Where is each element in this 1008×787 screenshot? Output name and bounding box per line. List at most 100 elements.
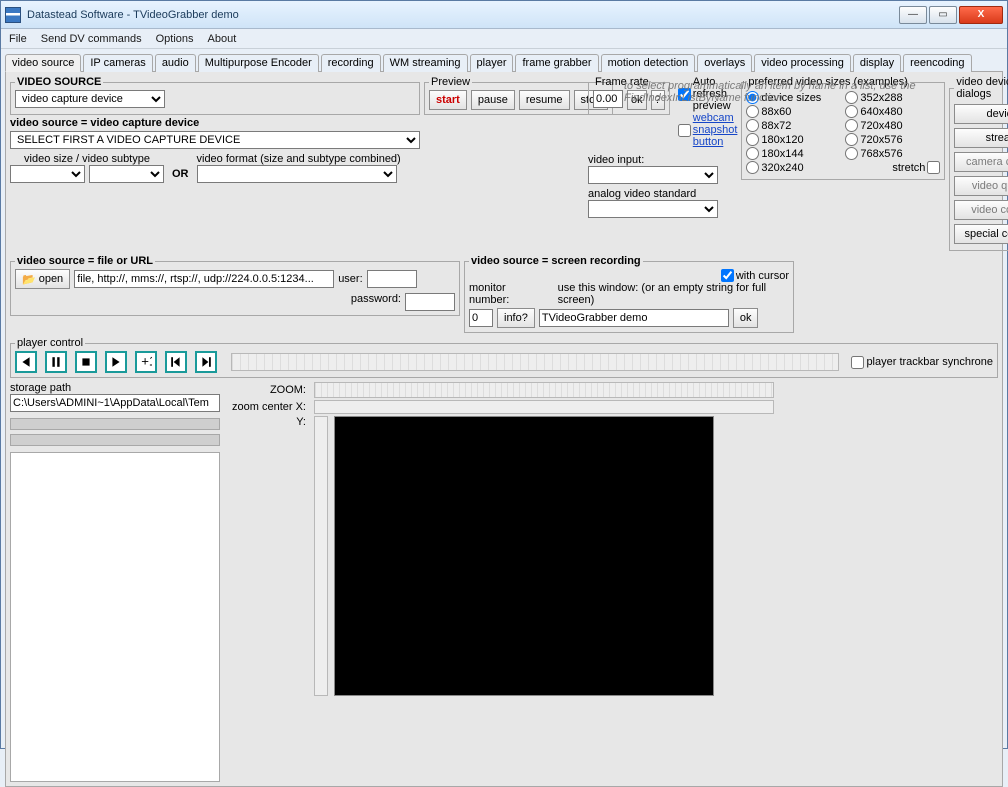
- player-stepfwd-button[interactable]: +1: [135, 351, 157, 373]
- zoom-cy-slider[interactable]: [314, 416, 328, 696]
- tab-reencoding[interactable]: reencoding: [903, 54, 971, 72]
- password-input[interactable]: [405, 293, 455, 311]
- video-input-combo[interactable]: [588, 166, 718, 184]
- size-180x144[interactable]: [746, 147, 759, 160]
- findindex-hint: to select programmatically an item by na…: [624, 80, 984, 104]
- withcursor-check[interactable]: [721, 269, 734, 282]
- tab-recording[interactable]: recording: [321, 54, 381, 72]
- video-source-subheader: video source = video capture device: [10, 117, 420, 129]
- start-button[interactable]: start: [429, 90, 467, 110]
- menu-options[interactable]: Options: [156, 33, 194, 45]
- size-720x480[interactable]: [845, 119, 858, 132]
- zoom-cy-label: Y:: [226, 416, 306, 428]
- zoom-slider[interactable]: [314, 382, 774, 398]
- snapshot-check[interactable]: [678, 124, 691, 137]
- size-180x120[interactable]: [746, 133, 759, 146]
- size-768x576[interactable]: [845, 147, 858, 160]
- size-640x480[interactable]: [845, 105, 858, 118]
- tab-video-source[interactable]: video source: [5, 54, 81, 72]
- tab-overlays[interactable]: overlays: [697, 54, 752, 72]
- fileurl-legend: video source = file or URL: [15, 255, 155, 267]
- fileurl-input[interactable]: [74, 270, 334, 288]
- password-label: password:: [351, 293, 401, 305]
- size-88x60[interactable]: [746, 105, 759, 118]
- maximize-button[interactable]: ▭: [929, 6, 957, 24]
- video-source-combo[interactable]: video capture device: [15, 90, 165, 108]
- zoom-cx-slider[interactable]: [314, 400, 774, 414]
- player-stop-button[interactable]: [75, 351, 97, 373]
- trackbar-sync-check[interactable]: [851, 356, 864, 369]
- tab-player[interactable]: player: [470, 54, 514, 72]
- size-720x576[interactable]: [845, 133, 858, 146]
- tab-mpenc[interactable]: Multipurpose Encoder: [198, 54, 319, 72]
- user-label: user:: [338, 273, 362, 285]
- video-source-group: VIDEO SOURCE video capture device: [10, 76, 420, 115]
- video-preview: [334, 416, 714, 696]
- stream-dialog-btn[interactable]: stream: [954, 128, 1008, 148]
- tab-wm[interactable]: WM streaming: [383, 54, 468, 72]
- svg-text:+1: +1: [141, 356, 152, 368]
- monitor-input[interactable]: [469, 309, 493, 327]
- tab-vprocessing[interactable]: video processing: [754, 54, 851, 72]
- video-size-combo[interactable]: [10, 165, 85, 183]
- preview-legend: Preview: [429, 76, 472, 88]
- minimize-button[interactable]: —: [899, 6, 927, 24]
- video-input-label: video input:: [588, 154, 737, 166]
- player-prev-button[interactable]: [15, 351, 37, 373]
- tab-motion[interactable]: motion detection: [601, 54, 696, 72]
- tab-ip-cameras[interactable]: IP cameras: [83, 54, 152, 72]
- video-subtype-combo[interactable]: [89, 165, 164, 183]
- menubar: File Send DV commands Options About: [1, 29, 1007, 49]
- withcursor-label: with cursor: [736, 270, 789, 282]
- trackbar-sync-label: player trackbar synchrone: [866, 356, 993, 368]
- side-listbox[interactable]: [10, 452, 220, 782]
- stretch-label: stretch: [892, 162, 925, 174]
- tabstrip: video source IP cameras audio Multipurpo…: [1, 49, 1007, 71]
- window-input[interactable]: [539, 309, 729, 327]
- analog-combo[interactable]: [588, 200, 718, 218]
- or-label: OR: [172, 168, 189, 180]
- video-format-combo[interactable]: [197, 165, 397, 183]
- video-quality-btn[interactable]: video quality: [954, 176, 1008, 196]
- menu-senddv[interactable]: Send DV commands: [41, 33, 142, 45]
- info-button[interactable]: info?: [497, 308, 535, 328]
- screenrec-legend: video source = screen recording: [469, 255, 643, 267]
- analog-label: analog video standard: [588, 188, 737, 200]
- snapshot-label[interactable]: webcam snapshot button: [693, 112, 738, 148]
- preview-group: Preview start pause resume stop: [424, 76, 613, 115]
- window-title: Datastead Software - TVideoGrabber demo: [27, 9, 897, 21]
- device-dialog-btn[interactable]: device: [954, 104, 1008, 124]
- player-ffwd-button[interactable]: [195, 351, 217, 373]
- zoom-cx-label: zoom center X:: [226, 401, 306, 413]
- camera-control-btn[interactable]: camera control: [954, 152, 1008, 172]
- close-button[interactable]: X: [959, 6, 1003, 24]
- framerate-input[interactable]: [593, 90, 623, 108]
- gray-bar-2: [10, 434, 220, 446]
- monitor-label: monitor number:: [469, 282, 544, 306]
- tab-framegrabber[interactable]: frame grabber: [515, 54, 598, 72]
- resume-button[interactable]: resume: [519, 90, 570, 110]
- screen-ok-button[interactable]: ok: [733, 308, 759, 328]
- menu-file[interactable]: File: [9, 33, 27, 45]
- open-button[interactable]: 📂open: [15, 269, 70, 289]
- video-control-btn[interactable]: video control: [954, 200, 1008, 220]
- menu-about[interactable]: About: [208, 33, 237, 45]
- pause-button[interactable]: pause: [471, 90, 515, 110]
- player-rewind-button[interactable]: [165, 351, 187, 373]
- device-combo[interactable]: SELECT FIRST A VIDEO CAPTURE DEVICE: [10, 131, 420, 149]
- size-88x72[interactable]: [746, 119, 759, 132]
- player-play-button[interactable]: [105, 351, 127, 373]
- player-pause-button[interactable]: [45, 351, 67, 373]
- special-controls-btn[interactable]: special controls: [954, 224, 1008, 244]
- user-input[interactable]: [367, 270, 417, 288]
- stretch-check[interactable]: [927, 161, 940, 174]
- tab-display[interactable]: display: [853, 54, 901, 72]
- size-320x240[interactable]: [746, 161, 759, 174]
- tab-audio[interactable]: audio: [155, 54, 196, 72]
- gray-bar-1: [10, 418, 220, 430]
- video-format-label: video format (size and subtype combined): [197, 153, 401, 165]
- screenrec-group: video source = screen recording with cur…: [464, 255, 794, 333]
- storage-path-input[interactable]: [10, 394, 220, 412]
- player-trackbar[interactable]: [231, 353, 839, 371]
- player-control-legend: player control: [15, 337, 85, 349]
